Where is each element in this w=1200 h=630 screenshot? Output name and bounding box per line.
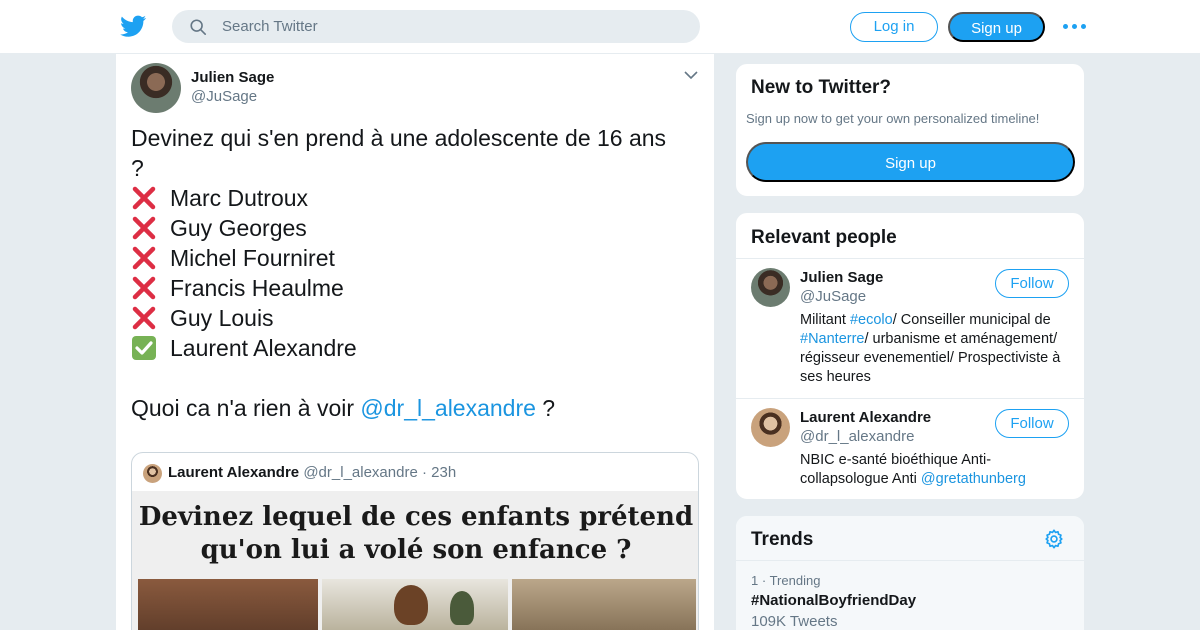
tweet-list-item: Guy Georges xyxy=(131,213,706,243)
person-item[interactable]: Julien Sage @JuSage Follow Militant #eco… xyxy=(736,258,1084,398)
trend-tweet-count: 109K Tweets xyxy=(751,613,838,630)
person-name[interactable]: Laurent Alexandre xyxy=(800,409,931,426)
log-in-button[interactable]: Log in xyxy=(850,12,938,42)
tweet-list-item: Laurent Alexandre xyxy=(131,333,706,363)
red-cross-mark-icon xyxy=(132,186,156,210)
top-navigation-bar: Log in Sign up xyxy=(0,0,1200,54)
photo-panel xyxy=(138,579,318,630)
chevron-down-icon[interactable] xyxy=(684,70,698,80)
check-mark-button-icon xyxy=(132,336,156,360)
author-handle[interactable]: @JuSage xyxy=(191,88,257,105)
trends-header: Trends xyxy=(736,516,1084,561)
bio-link[interactable]: #ecolo xyxy=(850,312,893,328)
bio-link[interactable]: @gretathunberg xyxy=(921,471,1026,487)
separator-dot: · xyxy=(421,464,427,481)
search-box[interactable] xyxy=(172,10,700,43)
person-bio: Militant #ecolo/ Conseiller municipal de… xyxy=(800,311,1078,387)
trends-card: Trends 1 · Trending #NationalBoyfriendDa… xyxy=(735,515,1085,630)
new-to-twitter-card: New to Twitter? Sign up now to get your … xyxy=(735,63,1085,197)
author-avatar[interactable] xyxy=(131,63,181,113)
tweet-list-item: Michel Fourniret xyxy=(131,243,706,273)
image-caption-line: Devinez lequel de ces enfants prétend xyxy=(138,502,694,532)
search-input[interactable] xyxy=(222,10,682,43)
person-name[interactable]: Julien Sage xyxy=(800,269,883,286)
person-bio: NBIC e-santé bioéthique Anti-collapsolog… xyxy=(800,451,1078,489)
twitter-bird-logo-icon[interactable] xyxy=(120,13,147,39)
quoted-author-name: Laurent Alexandre xyxy=(168,464,300,481)
trend-meta: 1 · Trending xyxy=(751,573,820,588)
tweet-list-item: Francis Heaulme xyxy=(131,273,706,303)
tweet-text: Devinez qui s'en prend à une adolescente… xyxy=(131,123,706,423)
person-item[interactable]: Laurent Alexandre @dr_l_alexandre Follow… xyxy=(736,398,1084,499)
tweet-intro-line: Devinez qui s'en prend à une adolescente… xyxy=(131,125,667,151)
red-cross-mark-icon xyxy=(132,216,156,240)
new-to-twitter-subtitle: Sign up now to get your own personalized… xyxy=(746,111,1040,126)
photo-panel xyxy=(512,579,696,630)
quoted-tweet-header: Laurent Alexandre @dr_l_alexandre · 23h xyxy=(168,464,456,481)
sidebar-sign-up-button[interactable]: Sign up xyxy=(746,142,1075,182)
tweet-list-item: Guy Louis xyxy=(131,303,706,333)
more-options-icon[interactable] xyxy=(1063,18,1087,34)
quoted-author-handle: @dr_l_alexandre xyxy=(303,464,418,481)
bio-text: / Conseiller municipal de xyxy=(892,312,1051,328)
tweet-closing-suffix: ? xyxy=(535,395,556,421)
new-to-twitter-title: New to Twitter? xyxy=(751,77,892,98)
tweet-list-item-name: Francis Heaulme xyxy=(170,275,344,301)
tweet-closing-line: Quoi ca n'a rien à voir @dr_l_alexandre … xyxy=(131,393,706,423)
bio-text: Militant xyxy=(800,312,850,328)
person-avatar[interactable] xyxy=(751,268,790,307)
trend-name[interactable]: #NationalBoyfriendDay xyxy=(751,592,916,609)
tweet-list-item-name: Michel Fourniret xyxy=(170,245,335,271)
red-cross-mark-icon xyxy=(132,276,156,300)
child-figure xyxy=(394,585,428,625)
image-caption: Devinez lequel de ces enfants prétend qu… xyxy=(132,501,698,567)
sign-up-button[interactable]: Sign up xyxy=(948,12,1045,42)
person-avatar[interactable] xyxy=(751,408,790,447)
trend-rank: 1 xyxy=(751,573,759,588)
tweet-detail: Julien Sage @JuSage Devinez qui s'en pre… xyxy=(115,54,715,630)
follow-button[interactable]: Follow xyxy=(995,269,1069,298)
tweet-list-item-name: Marc Dutroux xyxy=(170,185,309,211)
tweet-list-item: Marc Dutroux xyxy=(131,183,706,213)
person-handle[interactable]: @dr_l_alexandre xyxy=(800,428,914,445)
relevant-people-card: Relevant people Julien Sage @JuSage Foll… xyxy=(735,212,1085,500)
tweet-intro-line: ? xyxy=(131,155,144,181)
mention-link[interactable]: @dr_l_alexandre xyxy=(360,395,536,421)
tweet-closing-text: Quoi ca n'a rien à voir xyxy=(131,395,361,421)
tweet-list: Marc Dutroux Guy Georges Michel Fourniret F… xyxy=(131,183,706,363)
quoted-author-avatar xyxy=(143,464,162,483)
quoted-tweet[interactable]: Laurent Alexandre @dr_l_alexandre · 23h … xyxy=(131,452,699,630)
tweet-list-item-name: Laurent Alexandre xyxy=(170,335,357,361)
person-handle[interactable]: @JuSage xyxy=(800,288,866,305)
soldier-figure xyxy=(450,591,474,625)
red-cross-mark-icon xyxy=(132,306,156,330)
author-name[interactable]: Julien Sage xyxy=(191,69,274,86)
image-caption-line: qu'on lui a volé son enfance ? xyxy=(200,535,632,565)
search-icon xyxy=(190,19,207,36)
red-cross-mark-icon xyxy=(132,246,156,270)
relevant-people-title: Relevant people xyxy=(751,227,897,248)
quoted-tweet-image[interactable]: Devinez lequel de ces enfants prétend qu… xyxy=(132,491,698,630)
separator-dot: · xyxy=(761,573,767,588)
bio-link[interactable]: #Nanterre xyxy=(800,331,864,347)
trend-label: Trending xyxy=(769,573,821,588)
tweet-list-item-name: Guy Georges xyxy=(170,215,307,241)
tweet-list-item-name: Guy Louis xyxy=(170,305,274,331)
gear-icon[interactable] xyxy=(1043,528,1065,550)
follow-button[interactable]: Follow xyxy=(995,409,1069,438)
quoted-tweet-time: 23h xyxy=(431,464,457,481)
trends-title: Trends xyxy=(751,529,814,550)
